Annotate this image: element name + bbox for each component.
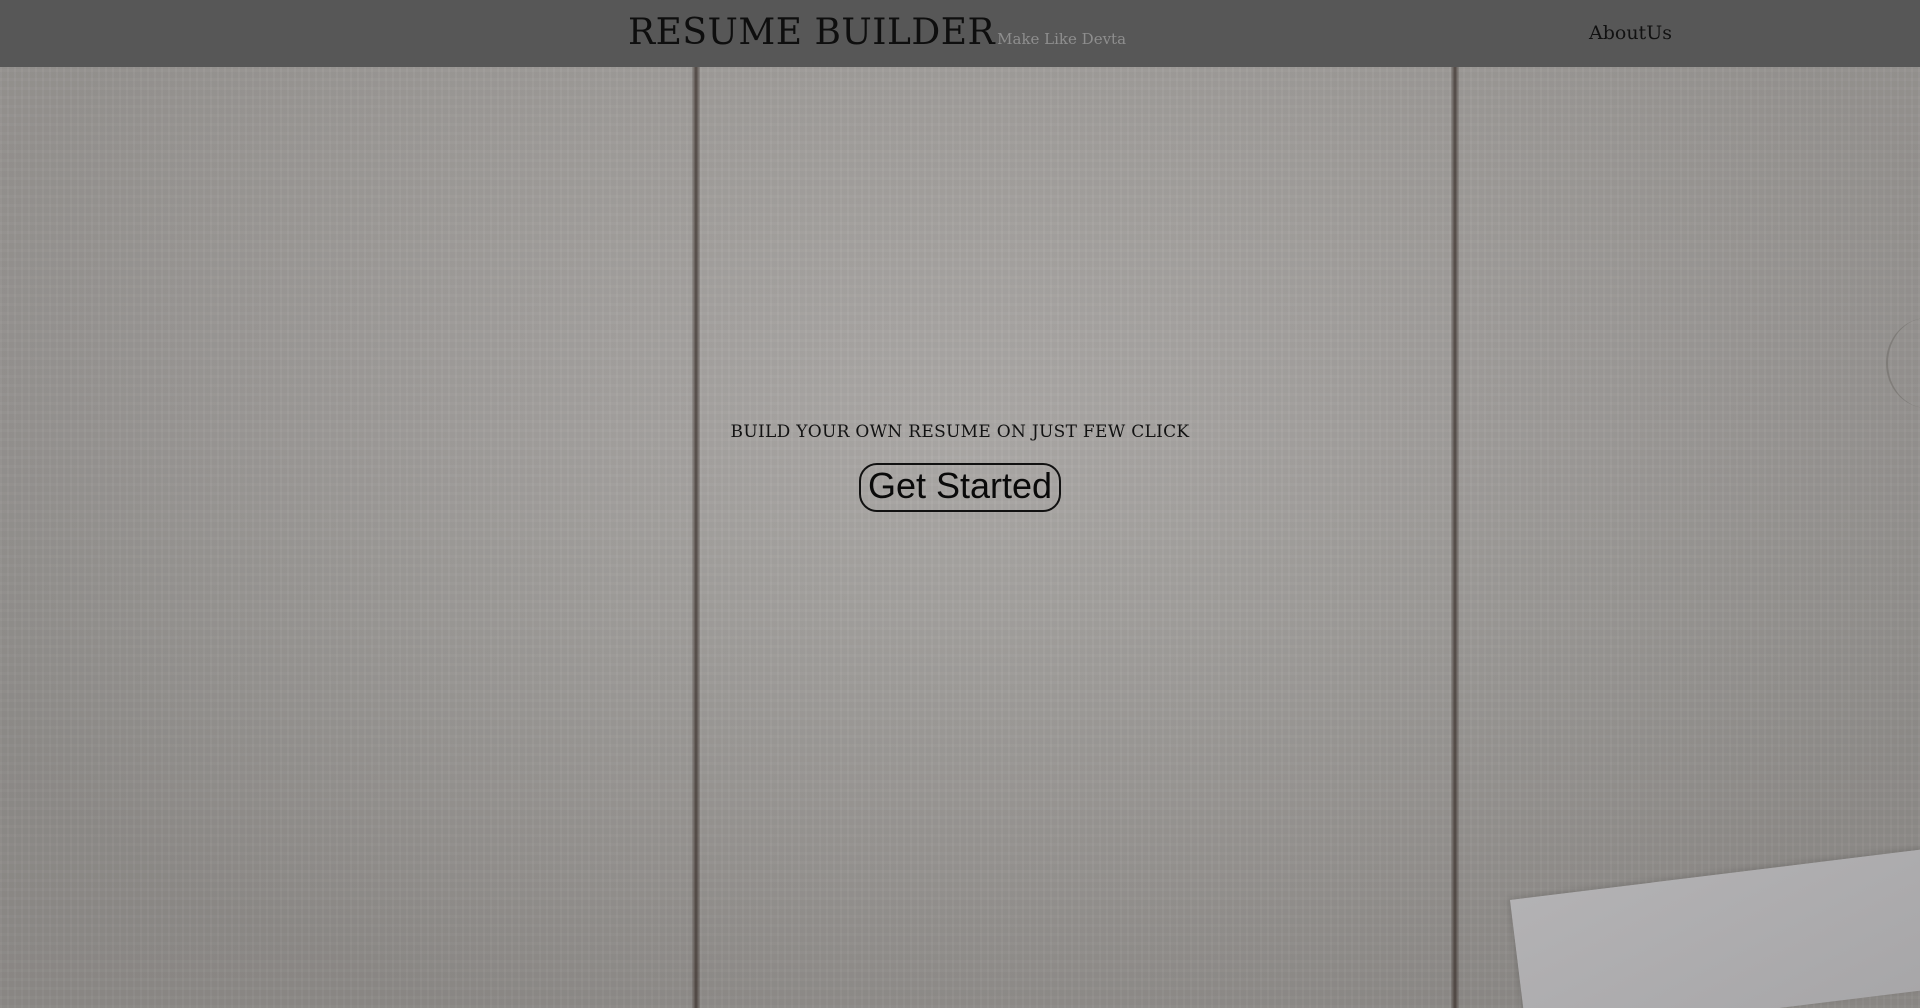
wood-knot-arc bbox=[1886, 318, 1920, 408]
plank-seam-right bbox=[1451, 66, 1459, 1008]
plank-seam-left bbox=[692, 66, 700, 1008]
paper-corner bbox=[1510, 848, 1920, 1008]
brand: RESUME BUILDER Make Like Devta bbox=[628, 12, 1126, 53]
top-navbar: RESUME BUILDER Make Like Devta AboutUs bbox=[0, 0, 1920, 67]
nav-link-aboutus[interactable]: AboutUs bbox=[1589, 22, 1672, 44]
get-started-button[interactable]: Get Started bbox=[858, 463, 1062, 512]
hero-heading: BUILD YOUR OWN RESUME ON JUST FEW CLICK bbox=[730, 422, 1190, 442]
brand-title: RESUME BUILDER bbox=[628, 12, 996, 53]
hero-section: BUILD YOUR OWN RESUME ON JUST FEW CLICK … bbox=[0, 422, 1920, 512]
brand-tagline: Make Like Devta bbox=[997, 30, 1127, 48]
